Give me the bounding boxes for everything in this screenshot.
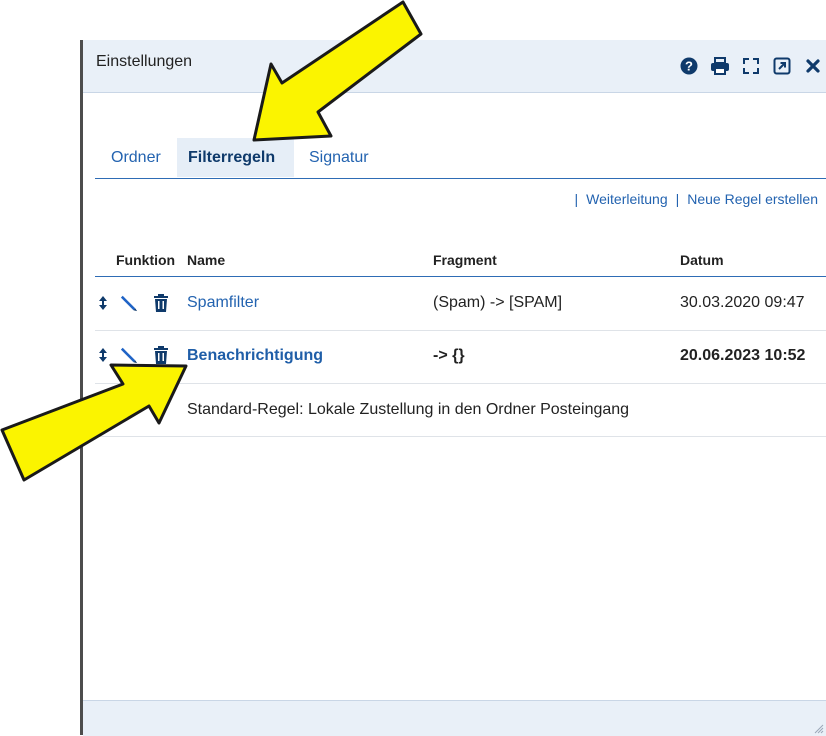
print-icon[interactable] [709, 55, 731, 77]
window-header: Einstellungen ? [83, 40, 826, 93]
rule-name-link[interactable]: Benachrichtigung [187, 347, 323, 365]
rule-name-link[interactable]: Spamfilter [187, 294, 259, 312]
tab-signatur[interactable]: Signatur [309, 138, 369, 177]
link-separator: | [574, 191, 579, 207]
move-handle-icon[interactable] [94, 345, 112, 365]
rule-date: 30.03.2020 09:47 [680, 294, 805, 311]
default-rule-text: Standard-Regel: Lokale Zustellung in den… [187, 401, 630, 418]
column-header-fragment[interactable]: Fragment [433, 252, 497, 268]
tab-ordner[interactable]: Ordner [95, 138, 177, 177]
action-links: | Weiterleitung | Neue Regel erstellen [575, 191, 818, 207]
window-left-border [80, 40, 83, 735]
row-divider [95, 383, 826, 384]
link-separator: | [675, 191, 680, 207]
edit-pencil-icon[interactable] [120, 345, 138, 365]
rule-date: 20.06.2023 10:52 [680, 347, 806, 364]
column-header-name[interactable]: Name [187, 252, 225, 268]
trash-icon[interactable] [152, 293, 170, 313]
window-footer [83, 700, 826, 736]
table-header-divider [95, 276, 826, 277]
help-icon[interactable]: ? [678, 55, 700, 77]
svg-text:?: ? [685, 59, 693, 74]
fullscreen-icon[interactable] [740, 55, 762, 77]
move-handle-icon[interactable] [94, 293, 112, 313]
close-icon[interactable] [802, 55, 824, 77]
column-header-function: Funktion [116, 252, 176, 268]
rule-fragment: -> {} [433, 347, 465, 364]
header-icon-group: ? [678, 55, 824, 77]
tab-filterregeln[interactable]: Filterregeln [177, 138, 294, 177]
popout-icon[interactable] [771, 55, 793, 77]
edit-pencil-icon[interactable] [120, 293, 138, 313]
trash-icon[interactable] [152, 345, 170, 365]
rule-fragment: (Spam) -> [SPAM] [433, 294, 563, 311]
row-divider [95, 436, 826, 437]
resize-grip-icon[interactable] [814, 724, 824, 734]
tab-bar: Ordner Filterregeln Signatur [95, 138, 826, 179]
window-title: Einstellungen [96, 53, 193, 70]
column-header-date[interactable]: Datum [680, 252, 724, 268]
row-divider [95, 330, 826, 331]
new-rule-link[interactable]: Neue Regel erstellen [687, 191, 818, 207]
forward-link[interactable]: Weiterleitung [586, 191, 667, 207]
